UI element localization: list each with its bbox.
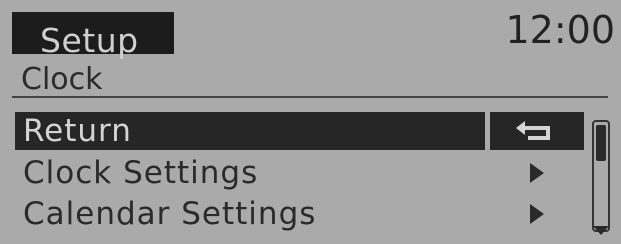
breadcrumb: Clock [21, 62, 103, 97]
menu-item-calendar-settings[interactable]: Calendar Settings [15, 195, 485, 233]
page-title: Setup [40, 21, 139, 60]
display-screen: Setup 12:00 Clock Return Clock Settings … [0, 0, 621, 244]
clock-time: 12:00 [505, 8, 615, 52]
return-icon [516, 121, 550, 140]
chevron-right-icon [530, 204, 544, 224]
scroll-down-icon [593, 226, 609, 235]
divider [12, 96, 608, 98]
title-bar: Setup [12, 12, 174, 60]
menu-item-label: Calendar Settings [23, 196, 317, 232]
scroll-thumb[interactable] [596, 125, 606, 161]
menu-item-return[interactable]: Return [15, 112, 485, 150]
return-button[interactable] [490, 112, 584, 150]
menu-item-clock-settings[interactable]: Clock Settings [15, 154, 485, 192]
menu-item-label: Clock Settings [23, 155, 259, 191]
chevron-right-icon [530, 163, 544, 183]
menu-item-label: Return [23, 113, 132, 149]
scrollbar[interactable] [592, 120, 610, 232]
